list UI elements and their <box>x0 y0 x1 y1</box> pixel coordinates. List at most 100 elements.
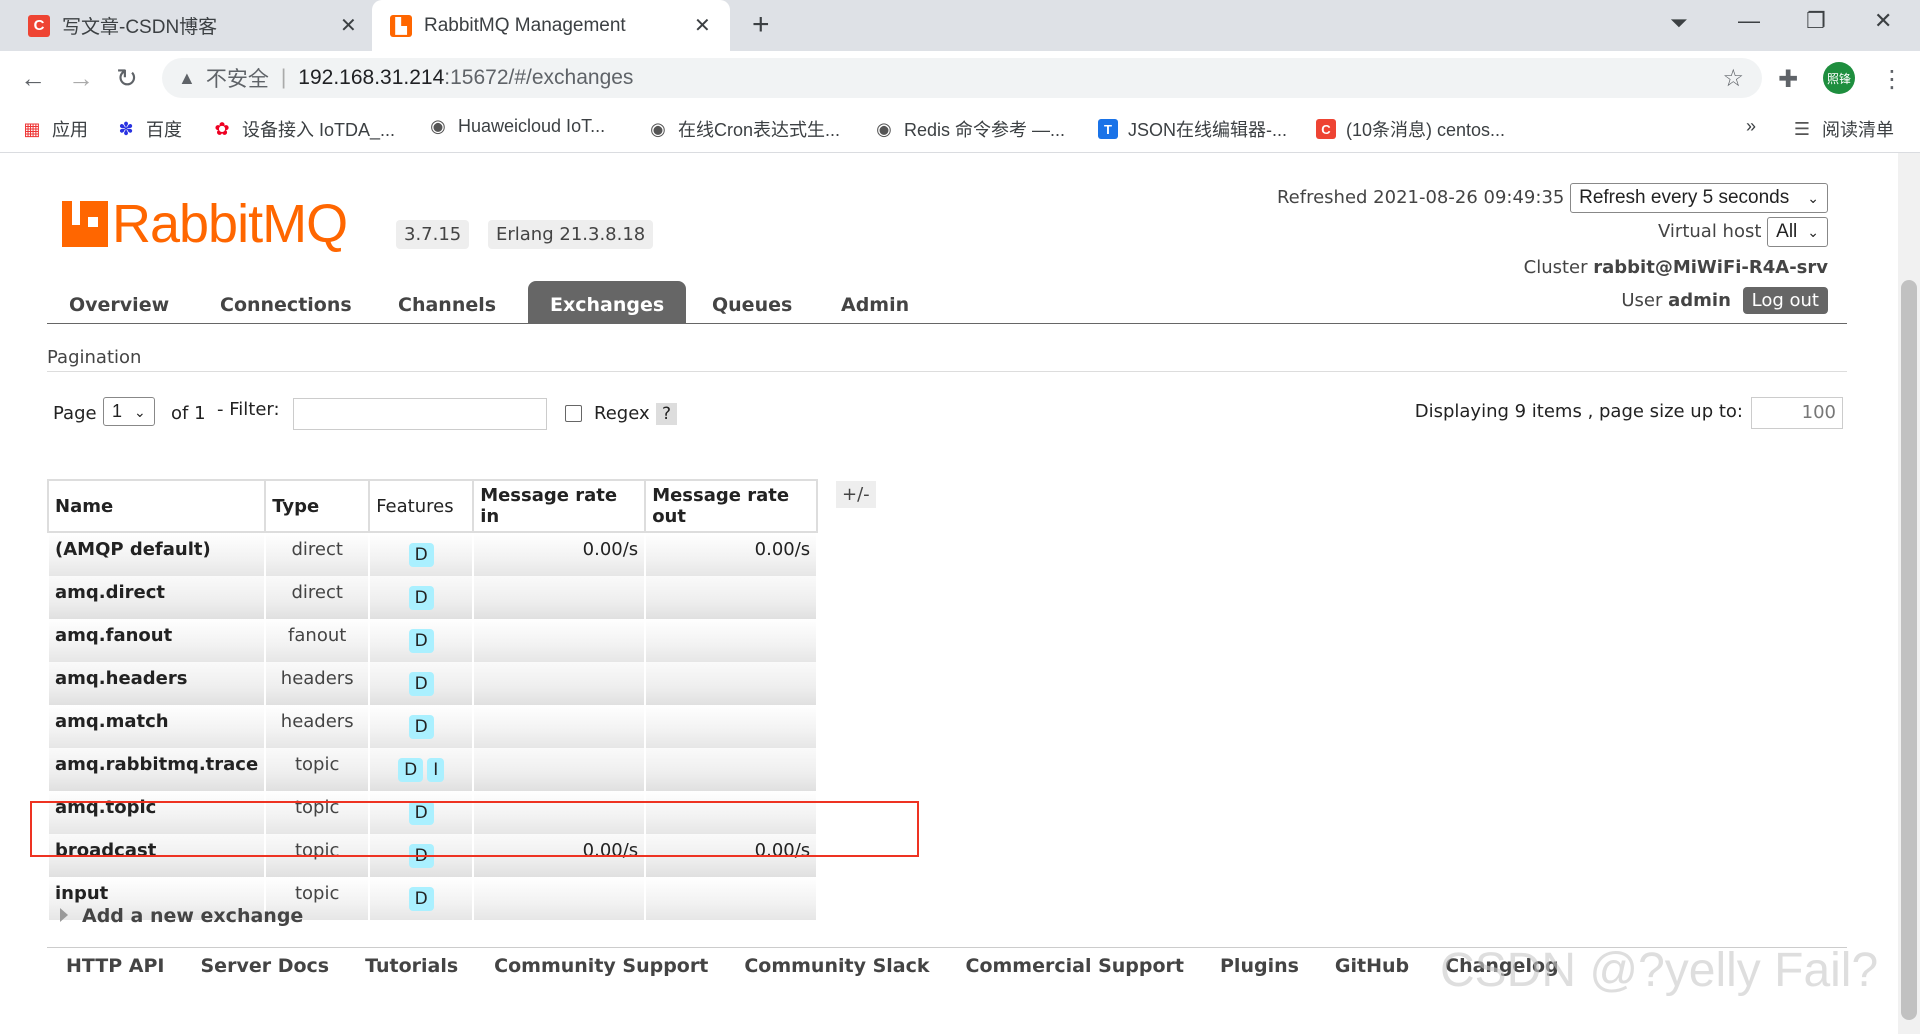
profile-avatar[interactable]: 照锋 <box>1823 62 1855 94</box>
table-row[interactable]: amq.direct direct D <box>46 576 819 619</box>
tab-search-icon[interactable]: ⏷ <box>1670 10 1688 36</box>
logo-text: RabbitMQ <box>112 194 348 254</box>
url-field[interactable]: ▲ 不安全 | 192.168.31.214 :15672/#/exchange… <box>162 58 1762 98</box>
rate-out <box>644 662 819 705</box>
csdn-icon: C <box>28 14 50 37</box>
menu-icon[interactable]: ⋮ <box>1880 65 1904 94</box>
close-tab-icon[interactable]: ✕ <box>340 13 357 38</box>
close-tab-icon[interactable]: ✕ <box>694 13 711 38</box>
bookmark-json[interactable]: T JSON在线编辑器-... <box>1098 116 1287 142</box>
bookmark-label: 应用 <box>52 120 88 140</box>
bookmark-apps[interactable]: ▦ 应用 <box>22 116 88 142</box>
bookmark-redis[interactable]: ◉ Redis 命令参考 —... <box>874 116 1065 142</box>
column-header[interactable]: Message rate in <box>472 479 647 533</box>
regex-checkbox[interactable] <box>565 405 582 422</box>
footer-link[interactable]: HTTP API <box>66 955 165 977</box>
cluster-name: rabbit@MiWiFi-R4A-srv <box>1593 257 1828 278</box>
bookmarks-more[interactable]: » <box>1746 116 1756 137</box>
tab-rabbitmq[interactable]: ▙ RabbitMQ Management ✕ <box>372 0 730 51</box>
bookmark-centos[interactable]: C (10条消息) centos... <box>1316 116 1505 142</box>
minimize-icon[interactable]: — <box>1738 8 1760 34</box>
exchange-features: DI <box>368 748 475 791</box>
tab-overview[interactable]: Overview <box>47 281 191 323</box>
rate-in <box>472 662 647 705</box>
footer-link[interactable]: Commercial Support <box>966 955 1185 977</box>
back-icon[interactable]: ← <box>20 63 46 94</box>
table-row[interactable]: (AMQP default) direct D 0.00/s 0.00/s <box>46 532 819 576</box>
bookmark-star-icon[interactable]: ☆ <box>1722 64 1744 93</box>
table-row[interactable]: amq.match headers D <box>46 705 819 748</box>
feature-badge: D <box>398 758 424 782</box>
footer-link[interactable]: Community Support <box>494 955 708 977</box>
tab-admin[interactable]: Admin <box>819 281 931 323</box>
reload-icon[interactable]: ↻ <box>116 63 138 94</box>
exchange-name[interactable]: amq.fanout <box>46 619 267 662</box>
table-row[interactable]: amq.rabbitmq.trace topic D I <box>46 748 819 791</box>
column-toggle-button[interactable]: +/- <box>836 481 876 508</box>
page-select[interactable]: 1 ⌄ <box>103 397 155 426</box>
apps-grid-icon: ▦ <box>23 118 41 139</box>
bookmark-huaweicloud[interactable]: ◉ Huaweicloud IoT... <box>428 116 605 137</box>
tab-connections[interactable]: Connections <box>198 281 374 323</box>
footer-links: HTTP API Server Docs Tutorials Community Su… <box>66 955 1559 977</box>
rate-out: 0.00/s <box>644 532 819 576</box>
vhost-select-value: All <box>1776 221 1798 242</box>
scrollbar-thumb[interactable] <box>1901 280 1917 1020</box>
table-row[interactable]: amq.fanout fanout D <box>46 619 819 662</box>
page-size-input[interactable]: 100 <box>1751 397 1843 429</box>
tab-exchanges[interactable]: Exchanges <box>528 281 687 323</box>
tab-csdn[interactable]: C 写文章-CSDN博客 ✕ <box>28 0 358 51</box>
add-exchange-toggle[interactable]: Add a new exchange <box>60 905 303 927</box>
tab-title: 写文章-CSDN博客 <box>62 17 218 38</box>
tab-channels[interactable]: Channels <box>376 281 518 323</box>
bookmarks-bar: ▦ 应用 ✽ 百度 ✿ 设备接入 IoTDA_... ◉ Huaweicloud… <box>0 106 1920 153</box>
regex-help-button[interactable]: ? <box>656 403 678 425</box>
exchange-name[interactable]: amq.headers <box>46 662 267 705</box>
bookmark-baidu[interactable]: ✽ 百度 <box>116 116 182 142</box>
filter-input[interactable] <box>293 398 547 430</box>
exchange-name[interactable]: (AMQP default) <box>46 532 267 576</box>
bookmark-iotda[interactable]: ✿ 设备接入 IoTDA_... <box>212 116 395 142</box>
pagination-row: Page 1 ⌄ of 1 - Filter: Regex ? Displayin… <box>53 397 1843 433</box>
reading-list[interactable]: ☰ 阅读清单 <box>1792 116 1894 142</box>
chevron-more-icon: » <box>1746 116 1757 136</box>
divider: | <box>280 66 287 89</box>
add-exchange-label: Add a new exchange <box>82 905 304 927</box>
exchange-features: D <box>368 576 475 619</box>
table-row[interactable]: amq.headers headers D <box>46 662 819 705</box>
exchange-name[interactable]: amq.rabbitmq.trace <box>46 748 267 791</box>
reading-list-label: 阅读清单 <box>1822 120 1894 140</box>
footer-link[interactable]: GitHub <box>1335 955 1409 977</box>
exchange-name[interactable]: amq.direct <box>46 576 267 619</box>
column-header[interactable]: Message rate out <box>644 479 819 533</box>
footer-link[interactable]: Tutorials <box>365 955 458 977</box>
vhost-select[interactable]: All ⌄ <box>1767 217 1828 247</box>
new-tab-icon[interactable]: + <box>752 8 770 42</box>
footer-link[interactable]: Plugins <box>1220 955 1299 977</box>
exchange-name[interactable]: amq.match <box>46 705 267 748</box>
chevron-down-icon: ⌄ <box>134 404 146 420</box>
exchange-type: direct <box>264 532 371 576</box>
refresh-interval-select[interactable]: Refresh every 5 seconds ⌄ <box>1570 183 1828 213</box>
page-label: Page <box>53 403 97 424</box>
close-window-icon[interactable]: ✕ <box>1874 8 1892 34</box>
extensions-icon[interactable]: ✚ <box>1778 65 1798 94</box>
bookmark-label: 百度 <box>146 120 182 140</box>
url-path: :15672/#/exchanges <box>444 66 634 89</box>
column-header: Features <box>368 479 475 533</box>
exchange-features: D <box>368 619 475 662</box>
column-header[interactable]: Name <box>46 479 267 533</box>
exchange-type: headers <box>264 662 371 705</box>
footer-link[interactable]: Server Docs <box>201 955 330 977</box>
main-nav: Overview Connections Channels Exchanges … <box>47 281 1847 324</box>
forward-icon[interactable]: → <box>68 63 94 94</box>
bookmark-cron[interactable]: ◉ 在线Cron表达式生... <box>648 116 840 142</box>
restore-icon[interactable]: ❐ <box>1806 8 1826 34</box>
column-header[interactable]: Type <box>264 479 371 533</box>
divider <box>47 371 1847 372</box>
refresh-row: Refreshed 2021-08-26 09:49:35 Refresh ev… <box>1277 183 1828 213</box>
exchange-features: D <box>368 662 475 705</box>
tab-queues[interactable]: Queues <box>690 281 814 323</box>
exchange-type: topic <box>264 748 371 791</box>
footer-link[interactable]: Community Slack <box>744 955 929 977</box>
